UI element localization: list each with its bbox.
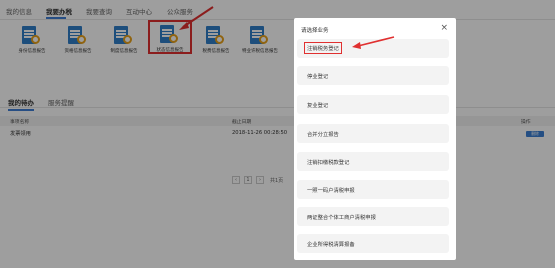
- option-withholding-deregistration[interactable]: 注销扣缴税款登记: [297, 152, 449, 171]
- option-label: 注销扣缴税款登记: [307, 160, 350, 166]
- dialog-title: 请选择业务: [301, 28, 329, 34]
- option-label: 一照一码户清税申报: [307, 188, 355, 194]
- option-merger-split-report[interactable]: 合并分立报告: [297, 124, 449, 143]
- close-icon[interactable]: ×: [440, 23, 448, 33]
- option-label: 注销税务登记: [304, 42, 342, 54]
- option-label: 合并分立报告: [307, 132, 339, 138]
- option-label: 两证整合个体工商户清税申报: [307, 215, 376, 221]
- option-suspension-registration[interactable]: 停业登记: [297, 66, 449, 85]
- option-income-tax-liquidation-filing[interactable]: 企业所得税清算报备: [297, 234, 449, 253]
- option-label: 复业登记: [307, 103, 329, 109]
- option-label: 停业登记: [307, 74, 329, 80]
- select-business-dialog: 请选择业务 × 注销税务登记 停业登记 复业登记 合并分立报告 注销扣缴税款登记…: [294, 18, 456, 260]
- option-one-license-tax-clearance[interactable]: 一照一码户清税申报: [297, 180, 449, 199]
- highlight-arrow-icon: [352, 36, 395, 49]
- option-label: 企业所得税清算报备: [307, 242, 355, 248]
- modal-backdrop[interactable]: [0, 0, 555, 268]
- option-individual-business-tax-clearance[interactable]: 两证整合个体工商户清税申报: [297, 207, 449, 226]
- option-resumption-registration[interactable]: 复业登记: [297, 95, 449, 114]
